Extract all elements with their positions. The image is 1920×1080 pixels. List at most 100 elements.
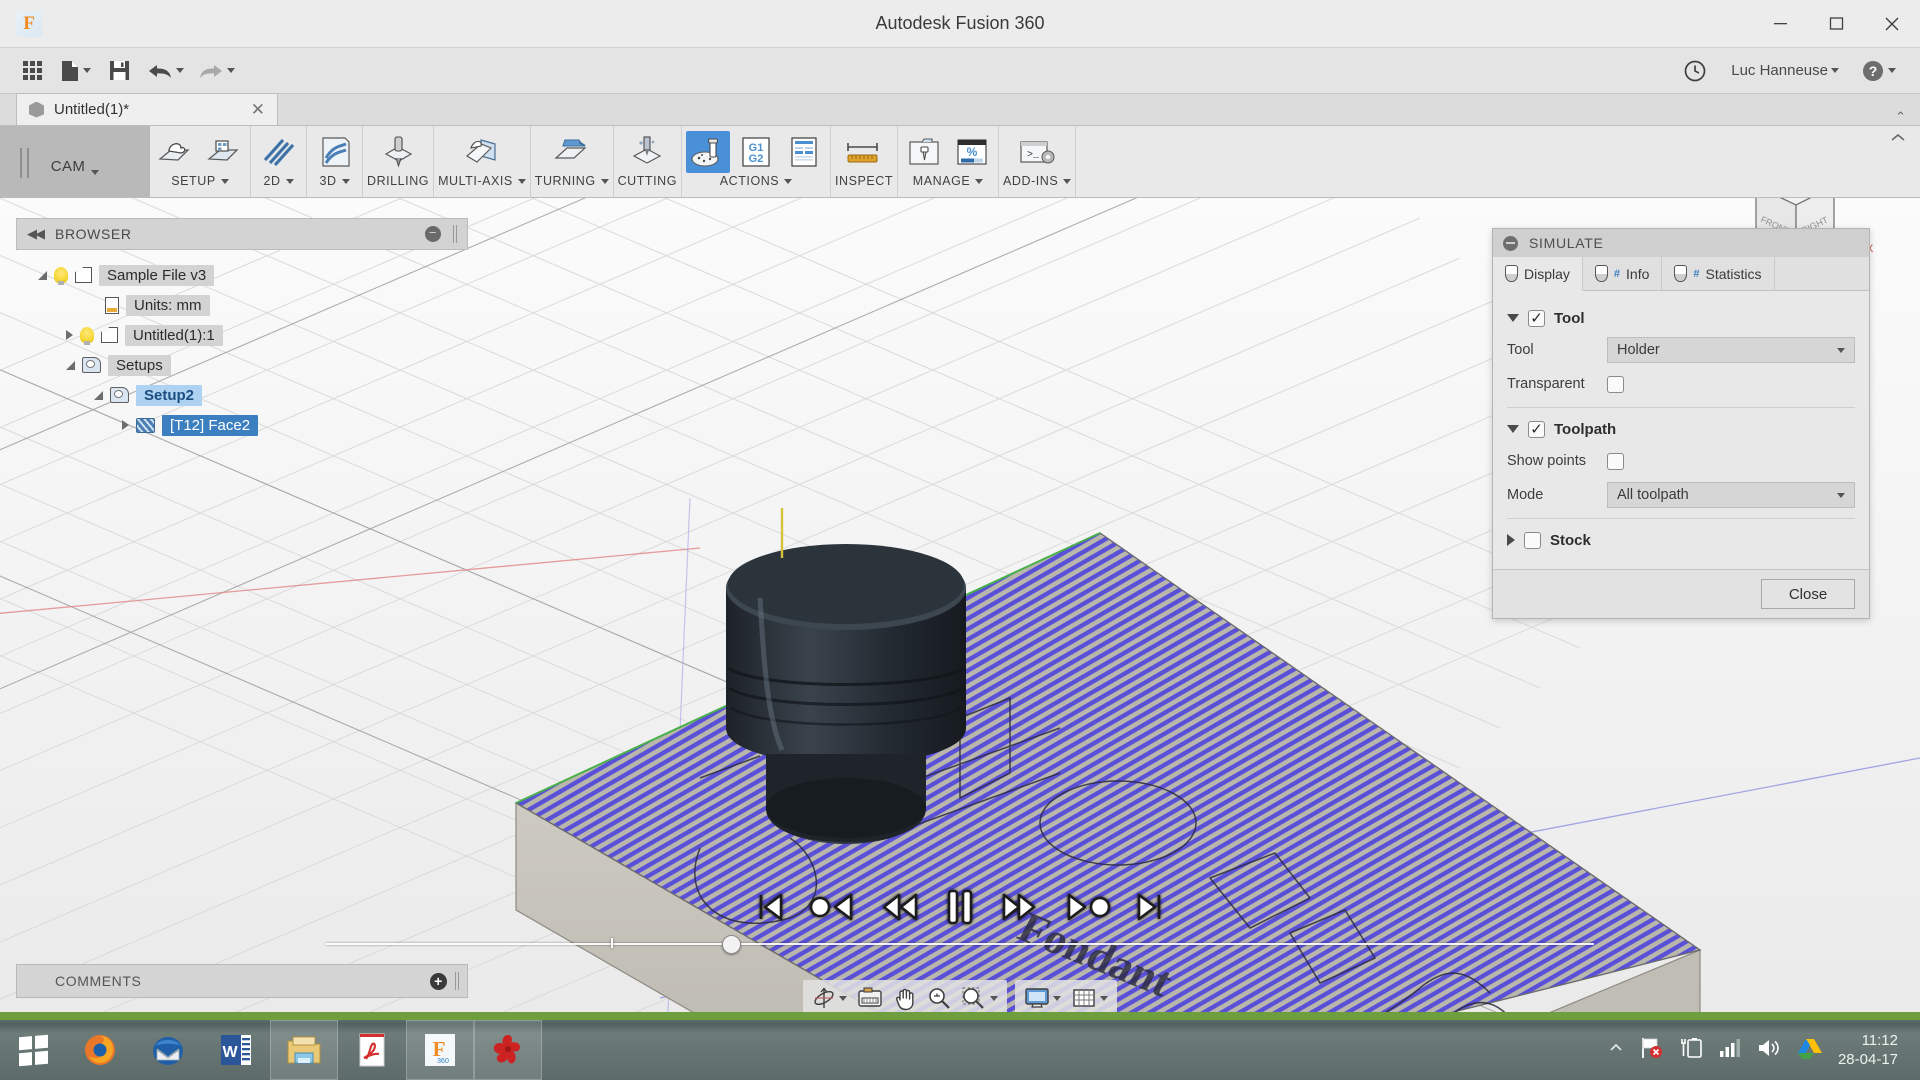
show-data-panel-button[interactable] (12, 52, 52, 90)
scripts-addins-icon[interactable]: >_ (1015, 131, 1059, 173)
chevron-right-icon[interactable] (1507, 534, 1515, 546)
ribbon-group-add-ins-label[interactable]: ADD-INS (1003, 174, 1072, 188)
battery-icon[interactable] (1678, 1036, 1704, 1065)
ribbon-group-multi-axis-label[interactable]: MULTI-AXIS (438, 174, 526, 188)
workspace-switcher-button[interactable]: CAM (0, 126, 150, 197)
chevron-up-icon[interactable]: ⌃ (1895, 109, 1920, 125)
firefox-icon[interactable] (66, 1020, 134, 1080)
collapse-left-icon[interactable]: ◀◀ (27, 226, 45, 242)
post-process-g1g2-icon[interactable]: G1 G2 (734, 131, 778, 173)
section-header-tool[interactable]: Tool (1507, 303, 1855, 333)
cutting-icon[interactable] (625, 131, 669, 173)
look-at-button[interactable] (852, 982, 888, 1014)
ribbon-group-2d-label[interactable]: 2D (263, 174, 294, 188)
show-hidden-icons-button[interactable] (1608, 1041, 1624, 1059)
expander-closed-icon[interactable] (122, 420, 129, 430)
adaptive-3d-icon[interactable] (313, 131, 357, 173)
fusion-360-icon[interactable]: F 360 (406, 1020, 474, 1080)
ribbon-group-cutting-label[interactable]: CUTTING (618, 174, 677, 188)
ribbon-group-actions-label[interactable]: ACTIONS (720, 174, 793, 188)
grid-snap-button[interactable] (1066, 982, 1113, 1014)
rewind-button[interactable] (879, 890, 921, 929)
add-comment-icon[interactable]: + (430, 972, 447, 990)
ribbon-group-manage-label[interactable]: MANAGE (913, 174, 984, 188)
transparent-checkbox[interactable] (1607, 375, 1624, 393)
chevron-down-icon[interactable] (1507, 314, 1519, 322)
fast-forward-button[interactable] (999, 890, 1041, 929)
ribbon-group-turning-label[interactable]: TURNING (535, 174, 609, 188)
tree-item-face2[interactable]: [T12] Face2 (16, 410, 468, 440)
orbit-button[interactable] (807, 982, 852, 1014)
timeline-handle[interactable] (722, 935, 741, 954)
tool-library-icon[interactable] (902, 131, 946, 173)
show-points-checkbox[interactable] (1607, 452, 1624, 470)
ribbon-group-drilling-label[interactable]: DRILLING (367, 174, 429, 188)
save-button[interactable] (99, 52, 139, 90)
tree-item-untitled-1[interactable]: Untitled(1):1 (16, 320, 468, 350)
redo-button[interactable] (192, 52, 241, 90)
panel-options-icon[interactable]: − (425, 226, 441, 242)
tree-item-setup2[interactable]: Setup2 (16, 380, 468, 410)
simulation-timeline-slider[interactable] (326, 935, 1594, 954)
pan-button[interactable] (888, 982, 922, 1014)
toolpath-section-checkbox[interactable] (1528, 420, 1545, 438)
drill-icon[interactable] (376, 131, 420, 173)
skip-to-end-button[interactable] (1135, 890, 1165, 929)
tab-info[interactable]: # Info (1583, 257, 1663, 290)
skip-to-start-button[interactable] (755, 890, 785, 929)
face-2d-icon[interactable] (257, 131, 301, 173)
simulate-dialog-header[interactable]: SIMULATE (1493, 229, 1869, 257)
tool-display-select[interactable]: Holder (1607, 337, 1855, 363)
new-setup-icon[interactable] (154, 131, 198, 173)
stock-section-checkbox[interactable] (1524, 531, 1541, 549)
tree-item-sample-file[interactable]: Sample File v3 (16, 260, 468, 290)
ribbon-group-inspect-label[interactable]: INSPECT (835, 174, 893, 188)
chevron-down-icon[interactable] (1507, 425, 1519, 433)
red-app-icon[interactable] (474, 1020, 542, 1080)
tool-section-checkbox[interactable] (1528, 309, 1545, 327)
3d-viewport[interactable]: Fondant ◀◀ BROWSER − Sample File v3 Unit… (0, 198, 1920, 1020)
expander-closed-icon[interactable] (66, 330, 73, 340)
zoom-window-button[interactable] (956, 982, 1003, 1014)
step-backward-button[interactable] (807, 890, 857, 929)
network-signal-icon[interactable] (1718, 1037, 1742, 1064)
expander-open-icon[interactable] (38, 270, 47, 280)
step-forward-button[interactable] (1063, 890, 1113, 929)
setup-sheet-icon[interactable] (782, 131, 826, 173)
panel-grip[interactable] (453, 225, 457, 243)
action-center-flag-icon[interactable] (1638, 1036, 1664, 1065)
tab-statistics[interactable]: # Statistics (1662, 257, 1775, 290)
expander-open-icon[interactable] (66, 360, 75, 370)
file-explorer-icon[interactable] (270, 1020, 338, 1080)
comments-panel[interactable]: COMMENTS + (16, 964, 468, 998)
clock-icon[interactable] (1675, 52, 1715, 90)
panel-grip[interactable] (455, 972, 459, 990)
google-drive-icon[interactable] (1796, 1036, 1824, 1065)
turning-icon[interactable] (550, 131, 594, 173)
zoom-button[interactable] (922, 982, 956, 1014)
file-menu-button[interactable] (54, 52, 97, 90)
user-menu-button[interactable]: Luc Hanneuse (1725, 52, 1845, 90)
measure-icon[interactable] (842, 131, 886, 173)
close-tab-icon[interactable]: ✕ (251, 100, 265, 120)
section-header-stock[interactable]: Stock (1507, 525, 1855, 555)
tree-item-setups[interactable]: Setups (16, 350, 468, 380)
light-bulb-icon[interactable] (54, 267, 68, 285)
machining-time-icon[interactable]: % (950, 131, 994, 173)
minimize-panel-icon[interactable] (1503, 235, 1518, 251)
word-icon[interactable]: W (202, 1020, 270, 1080)
minimize-icon[interactable] (1752, 0, 1808, 48)
new-folder-icon[interactable] (202, 131, 246, 173)
pause-button[interactable] (943, 887, 977, 932)
ribbon-collapse-button[interactable] (1890, 126, 1920, 197)
taskbar-clock[interactable]: 11:12 28-04-17 (1838, 1031, 1912, 1069)
start-button[interactable] (0, 1020, 66, 1080)
undo-button[interactable] (141, 52, 190, 90)
thunderbird-icon[interactable] (134, 1020, 202, 1080)
light-bulb-icon[interactable] (80, 327, 94, 345)
close-icon[interactable] (1864, 0, 1920, 48)
toolpath-mode-select[interactable]: All toolpath (1607, 482, 1855, 508)
close-button[interactable]: Close (1761, 579, 1855, 609)
volume-icon[interactable] (1756, 1037, 1782, 1064)
document-tab[interactable]: Untitled(1)* ✕ (16, 93, 278, 125)
